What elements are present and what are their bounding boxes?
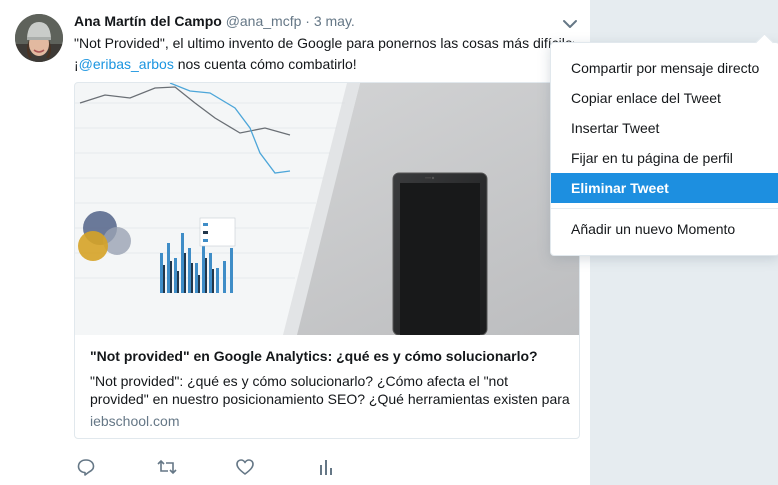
- menu-item-copy-link[interactable]: Copiar enlace del Tweet: [551, 83, 778, 113]
- chevron-down-icon[interactable]: [561, 16, 579, 32]
- heart-icon[interactable]: [235, 457, 257, 479]
- card-image: [75, 83, 579, 335]
- dropdown-menu-list: Compartir por mensaje directo Copiar enl…: [551, 43, 778, 244]
- retweet-icon[interactable]: [156, 457, 178, 479]
- card-description: "Not provided": ¿qué es y cómo soluciona…: [90, 373, 570, 407]
- text-suffix: nos cuenta cómo combatirlo!: [173, 56, 357, 72]
- menu-item-embed-tweet[interactable]: Insertar Tweet: [551, 113, 778, 143]
- tweet-text-line: ¡@eribas_arbos nos cuenta cómo combatirl…: [74, 54, 574, 75]
- menu-item-pin-profile[interactable]: Fijar en tu página de perfil: [551, 143, 778, 173]
- link-card[interactable]: "Not provided" en Google Analytics: ¿qué…: [74, 82, 580, 439]
- author-username[interactable]: @ana_mcfp: [226, 13, 302, 29]
- author-name[interactable]: Ana Martín del Campo: [74, 13, 222, 29]
- analytics-icon[interactable]: [316, 457, 338, 479]
- tweet-text: "Not Provided", el ultimo invento de Goo…: [74, 33, 574, 75]
- tweet-timestamp[interactable]: 3 may.: [314, 13, 355, 29]
- tweet-header: Ana Martín del Campo @ana_mcfp · 3 may.: [74, 13, 355, 29]
- card-body: "Not provided" en Google Analytics: ¿qué…: [90, 347, 570, 429]
- reply-icon[interactable]: [76, 457, 98, 479]
- tweet: Ana Martín del Campo @ana_mcfp · 3 may. …: [0, 0, 590, 485]
- tweet-options-dropdown: Compartir por mensaje directo Copiar enl…: [550, 33, 778, 256]
- avatar[interactable]: [15, 14, 63, 62]
- menu-divider: [551, 208, 778, 209]
- mention-link[interactable]: @eribas_arbos: [79, 56, 174, 72]
- menu-item-share-dm[interactable]: Compartir por mensaje directo: [551, 53, 778, 83]
- menu-item-add-moment[interactable]: Añadir un nuevo Momento: [551, 214, 778, 244]
- card-title: "Not provided" en Google Analytics: ¿qué…: [90, 348, 538, 364]
- tweet-text-line: "Not Provided", el ultimo invento de Goo…: [74, 35, 574, 51]
- separator-dot: ·: [305, 13, 310, 29]
- card-domain: iebschool.com: [90, 413, 180, 429]
- menu-item-delete-tweet[interactable]: Eliminar Tweet: [551, 173, 778, 203]
